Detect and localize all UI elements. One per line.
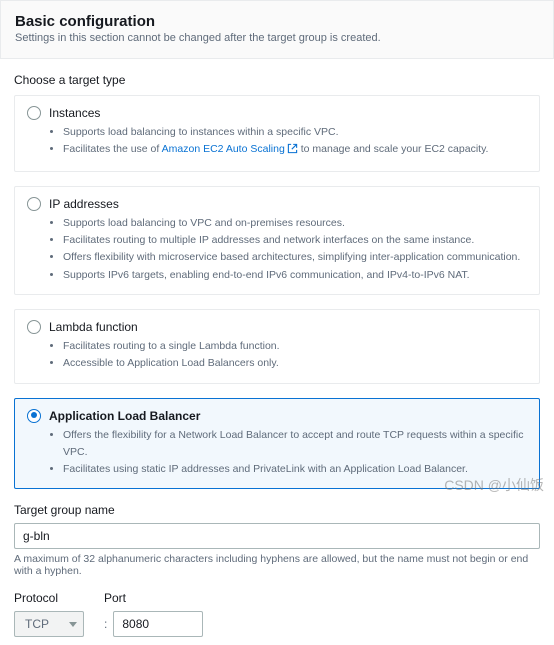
basic-configuration-header: Basic configuration Settings in this sec… (0, 0, 554, 59)
radio-unchecked-icon[interactable] (27, 106, 41, 120)
section-subtitle: Settings in this section cannot be chang… (15, 32, 539, 44)
option-bullets: Offers the flexibility for a Network Loa… (63, 427, 527, 479)
option-bullets: Facilitates routing to a single Lambda f… (63, 338, 527, 373)
port-field: Port : (104, 591, 203, 637)
option-head[interactable]: Application Load Balancer (27, 409, 527, 423)
option-title: Application Load Balancer (49, 409, 200, 423)
protocol-port-row: Protocol TCP Port : (14, 591, 540, 637)
port-input[interactable] (113, 611, 203, 637)
target-type-section: Choose a target type Instances Supports … (0, 59, 554, 645)
option-bullet: Supports load balancing to instances wit… (63, 124, 527, 141)
radio-unchecked-icon[interactable] (27, 320, 41, 334)
auto-scaling-link[interactable]: Amazon EC2 Auto Scaling (162, 143, 298, 155)
option-title: Lambda function (49, 320, 138, 334)
target-group-name-field: Target group name A maximum of 32 alphan… (14, 503, 540, 577)
option-head[interactable]: IP addresses (27, 197, 527, 211)
target-type-option-instances[interactable]: Instances Supports load balancing to ins… (14, 95, 540, 172)
section-title: Basic configuration (15, 13, 539, 30)
option-bullet: Facilitates using static IP addresses an… (63, 461, 527, 478)
target-type-label: Choose a target type (14, 73, 540, 87)
protocol-label: Protocol (14, 591, 84, 605)
option-bullet: Offers the flexibility for a Network Loa… (63, 427, 527, 462)
option-bullet: Supports load balancing to VPC and on-pr… (63, 215, 527, 232)
option-title: Instances (49, 106, 100, 120)
option-bullet: Facilitates routing to multiple IP addre… (63, 232, 527, 249)
option-bullet: Supports IPv6 targets, enabling end-to-e… (63, 267, 527, 284)
port-label: Port (104, 591, 203, 605)
protocol-port-separator: : (104, 617, 107, 632)
target-type-option-ip-addresses[interactable]: IP addresses Supports load balancing to … (14, 186, 540, 295)
option-bullet: Facilitates routing to a single Lambda f… (63, 338, 527, 355)
option-bullets: Supports load balancing to instances wit… (63, 124, 527, 161)
external-link-icon (287, 143, 298, 160)
option-head[interactable]: Lambda function (27, 320, 527, 334)
option-bullet: Offers flexibility with microservice bas… (63, 249, 527, 266)
target-type-option-alb[interactable]: Application Load Balancer Offers the fle… (14, 398, 540, 490)
target-group-name-input[interactable] (14, 523, 540, 549)
option-bullet: Facilitates the use of Amazon EC2 Auto S… (63, 141, 527, 160)
chevron-down-icon (69, 622, 77, 627)
option-title: IP addresses (49, 197, 119, 211)
target-type-option-lambda[interactable]: Lambda function Facilitates routing to a… (14, 309, 540, 384)
option-bullet: Accessible to Application Load Balancers… (63, 355, 527, 372)
protocol-select[interactable]: TCP (14, 611, 84, 637)
target-group-name-helper: A maximum of 32 alphanumeric characters … (14, 553, 540, 577)
radio-unchecked-icon[interactable] (27, 197, 41, 211)
option-head[interactable]: Instances (27, 106, 527, 120)
radio-checked-icon[interactable] (27, 409, 41, 423)
protocol-field: Protocol TCP (14, 591, 84, 637)
protocol-value: TCP (25, 617, 49, 631)
option-bullets: Supports load balancing to VPC and on-pr… (63, 215, 527, 284)
target-group-name-label: Target group name (14, 503, 540, 517)
